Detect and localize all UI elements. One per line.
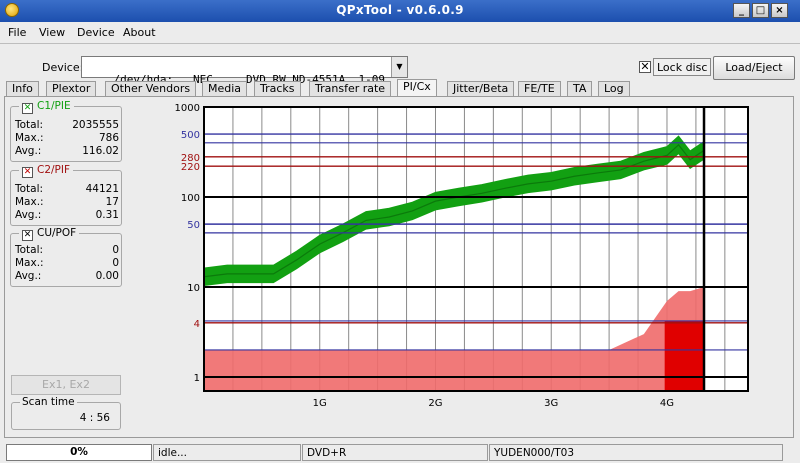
menu-file[interactable]: File [8,26,26,39]
progress-text: 0% [70,446,88,458]
y-tick-label: 500 [181,130,200,141]
cu-header: ✕ CU/POF [19,227,80,241]
tab-info[interactable]: Info [6,81,39,96]
x-tick-label: 4G [660,398,674,409]
cu-pof-group: ✕ CU/POF Total: 0 Max.: 0 Avg.: 0.00 [10,227,122,287]
c2-max: 17 [105,196,119,208]
cu-max: 0 [112,257,119,269]
c2-avg: 0.31 [95,209,119,221]
c2-header: ✕ C2/PIF [19,164,74,178]
tab-tracks[interactable]: Tracks [254,81,301,96]
c1-checkbox[interactable]: ✕ [22,103,33,114]
c1-title: C1/PIE [37,100,71,112]
cu-avg: 0.00 [95,270,119,282]
c2-total-label: Total: [15,183,44,195]
menu-bar: File View Device About [0,22,800,44]
tab-plextor[interactable]: Plextor [46,81,97,96]
y-tick-label: 100 [181,193,200,204]
lock-disc-label[interactable]: Lock disc [653,58,712,76]
c2-avg-label: Avg.: [15,209,42,221]
y-tick-label: 4 [194,319,200,330]
c1-total: 2035555 [72,119,119,131]
scan-time-box: Scan time 4 : 56 [11,396,121,430]
close-button[interactable]: × [771,3,788,18]
c1-pie-group: ✕ C1/PIE Total: 2035555 Max.: 786 Avg.: 116.… [10,100,122,162]
tab-media[interactable]: Media [202,81,248,96]
x-tick-label: 3G [544,398,558,409]
cu-max-label: Max.: [15,257,44,269]
menu-view[interactable]: View [39,26,65,39]
tab-transfer-rate[interactable]: Transfer rate [309,81,392,96]
maximize-button[interactable]: □ [752,3,769,18]
y-tick-label: 10 [187,283,200,294]
progress-bar: 0% [6,444,152,461]
status-media: DVD+R [302,444,488,461]
tab-other-vendors[interactable]: Other Vendors [105,81,197,96]
scan-time-value: 4 : 56 [79,412,110,424]
menu-about[interactable]: About [123,26,156,39]
x-tick-label: 1G [313,398,327,409]
lock-disc-checkbox[interactable]: ✕ [639,61,651,73]
title-bar: QPxTool - v0.6.0.9 _ □ × [0,0,800,22]
c1-header: ✕ C1/PIE [19,100,74,114]
tab-ta[interactable]: TA [567,81,593,96]
status-media-id: YUDEN000/T03 [489,444,783,461]
c2-checkbox[interactable]: ✕ [22,167,33,178]
tab-jitter-beta[interactable]: Jitter/Beta [447,81,515,96]
x-tick-label: 2G [428,398,442,409]
ex1-ex2-button[interactable]: Ex1, Ex2 [11,375,121,395]
c1-max-label: Max.: [15,132,44,144]
c2-pif-group: ✕ C2/PIF Total: 44121 Max.: 17 Avg.: 0.31 [10,164,122,226]
chevron-down-icon[interactable]: ▼ [391,57,407,77]
status-bar: 0% idle... DVD+R YUDEN000/T03 [0,443,800,463]
y-tick-label: 1000 [175,103,200,114]
cu-avg-label: Avg.: [15,270,42,282]
device-select[interactable]: /dev/hda: _NEC DVD_RW ND-4551A 1-09 ▼ [81,56,408,86]
cu-checkbox[interactable]: ✕ [22,230,33,241]
menu-device[interactable]: Device [77,26,115,39]
minimize-button[interactable]: _ [733,3,750,18]
c2-max-label: Max.: [15,196,44,208]
c2-title: C2/PIF [37,164,71,176]
y-tick-label: 1 [194,373,200,384]
y-tick-label: 50 [187,220,200,231]
c1-avg-label: Avg.: [15,145,42,157]
c1-total-label: Total: [15,119,44,131]
c2-total: 44121 [85,183,119,195]
y-tick-label: 220 [181,162,200,173]
window-title: QPxTool - v0.6.0.9 [336,3,464,17]
cu-title: CU/POF [37,227,77,239]
pi-cx-chart: 1000 500 280 220 100 50 10 4 1 1G 2G 3G 4G [170,99,798,424]
tab-pi-cx[interactable]: PI/Cx [397,79,437,97]
tab-fe-te[interactable]: FE/TE [518,81,561,96]
tab-log[interactable]: Log [598,81,630,96]
status-state: idle... [153,444,301,461]
cu-total-label: Total: [15,244,44,256]
c1-avg: 116.02 [82,145,119,157]
load-eject-button[interactable]: Load/Eject [713,56,795,80]
chart-svg: 10005002802201005010411G 2G 3G 4G [175,103,749,409]
device-label: Device: [42,61,84,74]
tab-bar: Info Plextor Other Vendors Media Tracks … [6,79,798,97]
c1-max: 786 [98,132,119,144]
pif-dense-block [664,320,705,391]
scan-time-label: Scan time [20,396,77,408]
cu-total: 0 [112,244,119,256]
